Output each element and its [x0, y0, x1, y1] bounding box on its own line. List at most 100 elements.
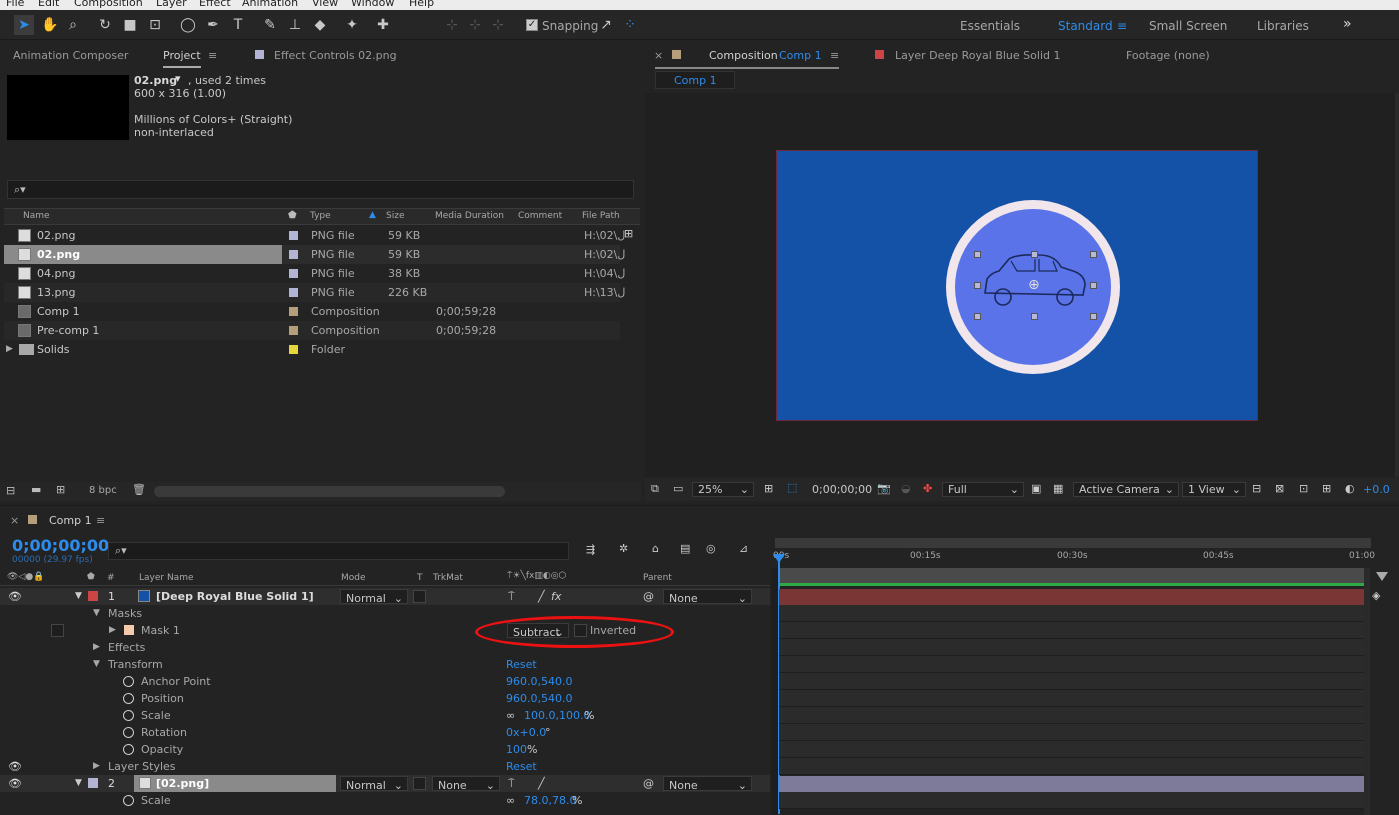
item-label-chip[interactable] [289, 326, 298, 335]
property-value[interactable]: 100 [506, 743, 527, 756]
snapping-checkbox[interactable]: ✓ [526, 19, 538, 31]
camera-dropdown[interactable]: Active Camera ⌄ [1073, 482, 1179, 497]
comp-breadcrumb[interactable]: Comp 1 [655, 71, 735, 89]
effects-group-row[interactable]: ▶ Effects [0, 639, 770, 656]
timeline-current-time[interactable]: 0;00;00;00 [12, 536, 109, 555]
menu-window[interactable]: Window [351, 0, 394, 9]
menu-edit[interactable]: Edit [38, 0, 59, 9]
property-row-rotation[interactable]: Rotation 0x+0.0 ° [0, 724, 770, 741]
property-value[interactable]: 78.0,78.0 [524, 794, 576, 807]
graph-editor-icon[interactable]: ⊿ [739, 542, 748, 555]
workspace-overflow-icon[interactable]: » [1343, 16, 1352, 32]
tab-footage[interactable]: Footage (none) [1126, 49, 1210, 62]
frame-blending-icon[interactable]: ▤ [680, 542, 690, 555]
show-snapshot-icon[interactable]: ◒ [901, 482, 911, 495]
project-item-row[interactable]: Comp 1 Composition 0;00;59;28 [4, 302, 620, 321]
mask-visibility-icon[interactable]: ⬚ [787, 481, 797, 494]
layer-styles-row[interactable]: 👁 ▶ Layer Styles Reset [0, 758, 770, 775]
layer-expand-arrow-icon[interactable]: ▼ [75, 778, 82, 788]
layer-name[interactable]: [Deep Royal Blue Solid 1] [156, 590, 314, 603]
toggle-pixel-aspect-icon[interactable]: ⊟ [1252, 482, 1261, 495]
zoom-dropdown[interactable]: 25% ⌄ [692, 482, 754, 497]
col-file-path[interactable]: File Path [582, 211, 620, 221]
project-item-row-selected[interactable]: 02.png PNG file 59 KB H:\02\ل [4, 245, 625, 264]
transform-handle[interactable] [974, 251, 981, 258]
mask-lock-toggle[interactable] [51, 624, 64, 637]
stopwatch-icon[interactable] [123, 727, 134, 738]
comp-viewer[interactable]: ⊕ [645, 93, 1399, 477]
stopwatch-icon[interactable] [123, 693, 134, 704]
menu-effect[interactable]: Effect [199, 0, 231, 9]
property-row-scale[interactable]: Scale ∞ 100.0,100.0 % [0, 707, 770, 724]
property-row-anchor-point[interactable]: Anchor Point 960.0,540.0 [0, 673, 770, 690]
world-axis-icon[interactable]: ⊹ [465, 15, 485, 35]
pickwhip-icon[interactable]: @ [643, 590, 654, 603]
col-type[interactable]: Type [310, 211, 331, 221]
new-folder-icon[interactable]: ▬ [31, 483, 41, 496]
comp-canvas[interactable]: ⊕ [776, 150, 1258, 421]
col-layer-name[interactable]: Layer Name [139, 573, 194, 583]
workspace-menu-icon[interactable]: ≡ [1117, 19, 1127, 33]
menu-view[interactable]: View [312, 0, 338, 9]
visibility-eye-icon[interactable]: 👁 [8, 590, 22, 603]
project-item-row[interactable]: ▶ Solids Folder [4, 340, 620, 359]
ellipse-tool-icon[interactable]: ◯ [178, 15, 198, 35]
layer-2-duration-bar[interactable] [779, 776, 1364, 792]
shy-switch-icon[interactable]: ⍑ [508, 777, 515, 791]
viewer-scrollbar[interactable] [1395, 93, 1399, 477]
reset-exposure-icon[interactable]: ◐ [1345, 482, 1355, 495]
transform-handle[interactable] [974, 282, 981, 289]
layer-expand-arrow-icon[interactable]: ▼ [75, 591, 82, 601]
pan-behind-tool-icon[interactable]: ⊡ [145, 15, 165, 35]
sort-ascending-icon[interactable]: ▲ [369, 210, 376, 220]
trkmat-dropdown[interactable]: None ⌄ [432, 776, 500, 792]
transform-group-row[interactable]: ▼ Transform Reset [0, 656, 770, 673]
item-label-chip[interactable] [289, 345, 298, 354]
trash-icon[interactable]: 🗑 [132, 483, 146, 496]
transform-handle[interactable] [1090, 313, 1097, 320]
timeline-divider[interactable] [771, 568, 778, 815]
camera-tool-icon[interactable]: ■ [120, 15, 140, 35]
eraser-tool-icon[interactable]: ◆ [310, 15, 330, 35]
col-name[interactable]: Name [23, 211, 50, 221]
shy-layers-icon[interactable]: ⌂ [652, 542, 659, 555]
timeline-icon[interactable]: ⊡ [1299, 482, 1308, 495]
property-row-position[interactable]: Position 960.0,540.0 [0, 690, 770, 707]
timeline-tab-menu-icon[interactable]: ≡ [96, 514, 105, 527]
transparency-grid-icon[interactable]: ▦ [1053, 482, 1063, 495]
tab-timeline-comp[interactable]: Comp 1 [49, 514, 92, 527]
mask-color-chip[interactable] [124, 625, 134, 635]
puppet-pin-tool-icon[interactable]: ✚ [373, 15, 393, 35]
transform-handle[interactable] [1031, 251, 1038, 258]
tab-project[interactable]: Project [163, 49, 201, 68]
layer-label-chip[interactable] [88, 591, 98, 601]
close-tab-icon[interactable]: × [654, 49, 663, 62]
masks-expand-arrow-icon[interactable]: ▼ [93, 608, 100, 618]
tab-composition-name[interactable]: Comp 1 [779, 49, 822, 62]
roto-brush-tool-icon[interactable]: ✦ [342, 15, 362, 35]
interpret-footage-icon[interactable]: ⊟ [6, 484, 15, 497]
brush-tool-icon[interactable]: ✎ [260, 15, 280, 35]
tab-composition-label[interactable]: Composition [709, 49, 778, 62]
fast-previews-icon[interactable]: ⊠ [1275, 482, 1284, 495]
motion-blur-icon[interactable]: ◎ [706, 542, 716, 555]
quality-switch-icon[interactable]: ╱ [538, 590, 545, 603]
always-preview-icon[interactable]: ⧉ [651, 482, 659, 496]
view-axis-icon[interactable]: ⊹ [488, 15, 508, 35]
tab-effect-controls[interactable]: Effect Controls 02.png [274, 49, 397, 62]
transform-handle[interactable] [974, 313, 981, 320]
hand-tool-icon[interactable]: ✋ [40, 15, 60, 35]
current-time-display[interactable]: 0;00;00;00 [812, 483, 872, 496]
breadcrumb-comp-name[interactable]: Comp 1 [674, 74, 717, 87]
workspace-small-screen[interactable]: Small Screen [1149, 19, 1227, 33]
stopwatch-icon[interactable] [123, 710, 134, 721]
type-tool-icon[interactable]: T [228, 15, 248, 35]
grid-overlay-icon[interactable]: ⊞ [764, 482, 773, 495]
layer-label-chip[interactable] [88, 778, 98, 788]
workspace-essentials[interactable]: Essentials [960, 19, 1020, 33]
item-label-chip[interactable] [289, 269, 298, 278]
menu-composition[interactable]: Composition [74, 0, 143, 9]
mask-name[interactable]: Mask 1 [141, 624, 180, 637]
property-value[interactable]: 960.0,540.0 [506, 675, 572, 688]
item-label-chip[interactable] [289, 231, 298, 240]
